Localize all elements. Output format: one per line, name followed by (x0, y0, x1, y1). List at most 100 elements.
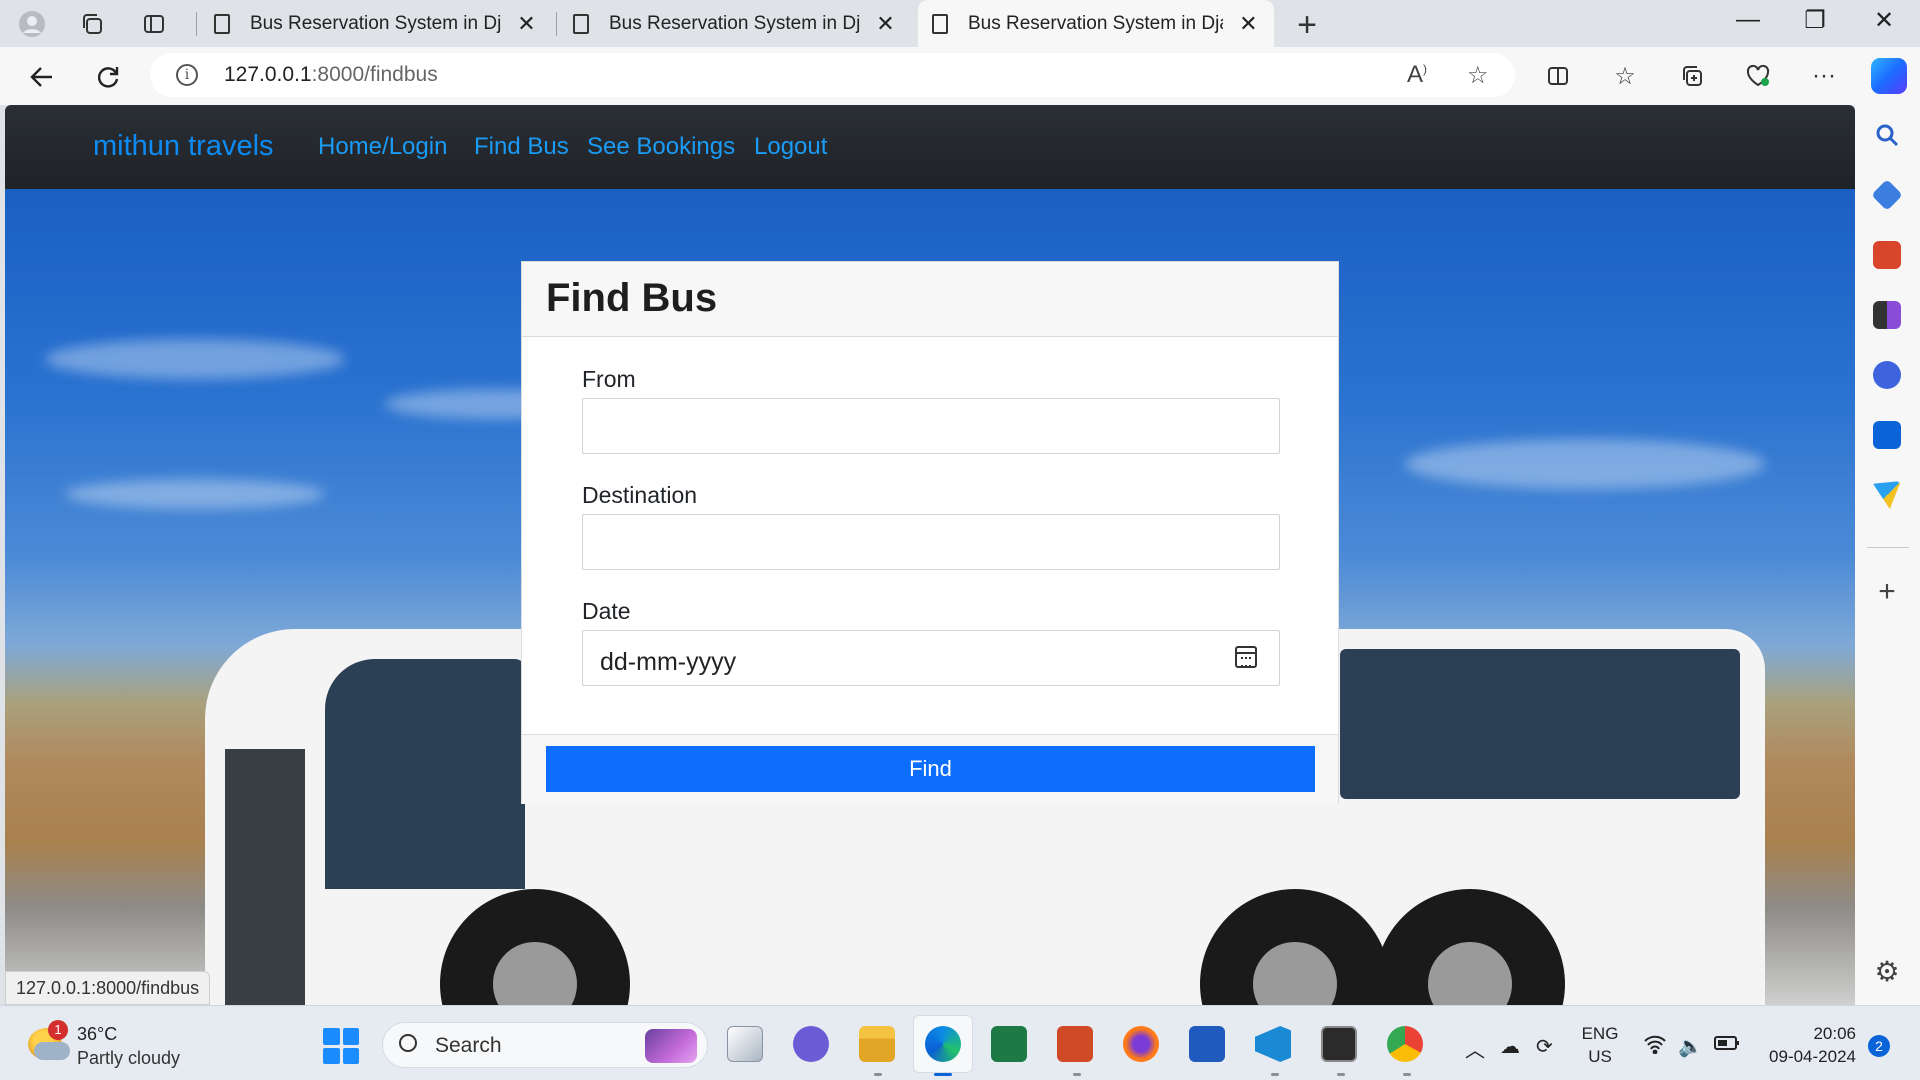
tools-briefcase-icon[interactable] (1873, 241, 1901, 269)
restore-button[interactable]: ❐ (1795, 6, 1835, 35)
powerpoint-icon[interactable] (1057, 1026, 1093, 1062)
running-indicator-active (934, 1073, 952, 1076)
new-tab-button[interactable]: + (1290, 6, 1324, 45)
show-hidden-icons-chevron-icon[interactable]: ︿ (1465, 1034, 1485, 1063)
page-icon (932, 13, 948, 34)
page-icon (573, 13, 589, 34)
find-bus-card: Find Bus From Destination Date dd-mm-yyy… (521, 261, 1339, 804)
close-window-button[interactable]: ✕ (1864, 6, 1904, 35)
bus-side-windows (1340, 649, 1740, 799)
wifi-icon[interactable] (1643, 1034, 1667, 1060)
nav-home-login-link[interactable]: Home/Login (318, 133, 447, 161)
language-top[interactable]: ENG (1580, 1024, 1620, 1044)
site-navbar: mithun travels Home/Login Find Bus See B… (5, 105, 1855, 189)
from-input[interactable] (582, 398, 1280, 454)
find-button[interactable]: Find (546, 746, 1315, 792)
profile-icon[interactable] (16, 8, 48, 40)
running-indicator (1337, 1073, 1345, 1076)
firefox-icon[interactable] (1123, 1026, 1159, 1062)
cloud (45, 339, 345, 379)
windows-start-icon[interactable] (323, 1028, 359, 1064)
clock-date: 09-04-2024 (1769, 1047, 1856, 1066)
word-icon[interactable] (1189, 1026, 1225, 1062)
sidebar-settings-gear-icon[interactable]: ⚙ (1873, 955, 1901, 988)
meet-chat-icon[interactable] (793, 1026, 829, 1062)
weather-temperature: 36°C (77, 1024, 118, 1044)
microsoft-365-icon[interactable] (1873, 361, 1901, 389)
page-viewport: mithun travels Home/Login Find Bus See B… (5, 105, 1855, 1005)
system-clock[interactable]: 20:06 09-04-2024 (1769, 1022, 1856, 1068)
windows-taskbar: 1 36°C Partly cloudy Search ︿ ☁ ⟳ ENG US… (0, 1005, 1920, 1080)
url-host: 127.0.0.1 (224, 63, 312, 86)
onedrive-cloud-icon[interactable]: ☁ (1500, 1034, 1520, 1059)
refresh-button[interactable] (90, 59, 126, 95)
weather-cloud-icon (34, 1042, 70, 1060)
search-icon (399, 1034, 417, 1052)
running-indicator (1073, 1073, 1081, 1076)
close-tab-icon[interactable]: ✕ (1237, 11, 1260, 37)
tab-title: Bus Reservation System in Django (968, 12, 1223, 34)
read-aloud-icon[interactable]: A) (1407, 61, 1427, 89)
browser-essentials-icon[interactable] (1741, 59, 1775, 93)
edge-browser-icon[interactable] (925, 1026, 961, 1062)
close-tab-icon[interactable]: ✕ (874, 11, 897, 37)
terminal-icon[interactable] (1321, 1026, 1357, 1062)
collections-icon[interactable] (1675, 59, 1709, 93)
clock-time: 20:06 (1813, 1024, 1856, 1043)
sync-icon[interactable]: ⟳ (1536, 1034, 1553, 1059)
destination-input[interactable] (582, 514, 1280, 570)
minimize-button[interactable]: — (1728, 6, 1768, 34)
shopping-tag-icon[interactable] (1871, 179, 1903, 211)
calendar-icon[interactable] (1235, 646, 1257, 668)
workspaces-icon[interactable] (76, 8, 108, 40)
back-button[interactable] (24, 59, 60, 95)
site-info-icon[interactable]: i (176, 64, 198, 86)
task-view-icon[interactable] (727, 1026, 763, 1062)
favorite-star-icon[interactable]: ☆ (1467, 61, 1489, 90)
copilot-icon[interactable] (1871, 58, 1907, 94)
edge-sidebar: + ⚙ (1855, 105, 1920, 1005)
volume-icon[interactable]: 🔈 (1678, 1034, 1703, 1059)
games-icon[interactable] (1873, 301, 1901, 329)
bus-front-window (325, 659, 525, 889)
notification-count-badge[interactable]: 2 (1868, 1035, 1890, 1057)
browser-tab-1[interactable]: Bus Reservation System in Django ✕ (200, 0, 552, 47)
nav-logout-link[interactable]: Logout (754, 133, 827, 161)
url-text[interactable]: 127.0.0.1:8000/findbus (224, 63, 438, 87)
vscode-icon[interactable] (1255, 1026, 1291, 1062)
nav-find-bus-link[interactable]: Find Bus (474, 133, 569, 161)
battery-icon[interactable] (1714, 1034, 1740, 1057)
add-sidebar-app-icon[interactable]: + (1873, 575, 1901, 609)
close-tab-icon[interactable]: ✕ (515, 11, 538, 37)
card-title: Find Bus (546, 276, 718, 320)
chrome-icon[interactable] (1387, 1026, 1423, 1062)
language-bottom[interactable]: US (1580, 1047, 1620, 1067)
more-options-icon[interactable]: ··· (1807, 59, 1841, 93)
excel-icon[interactable] (991, 1026, 1027, 1062)
sidebar-divider (1867, 547, 1909, 548)
weather-badge: 1 (48, 1020, 68, 1040)
taskbar-search-box[interactable]: Search (382, 1022, 708, 1068)
date-placeholder: dd-mm-yyyy (600, 648, 737, 676)
split-screen-icon[interactable] (1541, 59, 1575, 93)
search-highlight-image (645, 1029, 697, 1063)
link-status-tooltip: 127.0.0.1:8000/findbus (5, 971, 211, 1005)
favorites-icon[interactable]: ☆ (1608, 59, 1642, 93)
address-bar[interactable]: i 127.0.0.1:8000/findbus A) ☆ (150, 53, 1515, 97)
tab-title: Bus Reservation System in Django (250, 12, 501, 34)
browser-tab-2[interactable]: Bus Reservation System in Django ✕ (559, 0, 911, 47)
file-explorer-icon[interactable] (859, 1026, 895, 1062)
card-header: Find Bus (522, 262, 1338, 337)
taskbar-search-label: Search (435, 1034, 502, 1057)
browser-tab-3-active[interactable]: Bus Reservation System in Django ✕ (918, 0, 1274, 47)
cloud (1405, 439, 1765, 489)
running-indicator (1403, 1073, 1411, 1076)
page-icon (214, 13, 230, 34)
tab-actions-icon[interactable] (138, 8, 170, 40)
drop-send-icon[interactable] (1873, 481, 1901, 509)
outlook-icon[interactable] (1873, 421, 1901, 449)
date-label: Date (582, 598, 631, 624)
brand-link[interactable]: mithun travels (93, 130, 274, 163)
search-icon[interactable] (1873, 121, 1901, 149)
nav-see-bookings-link[interactable]: See Bookings (587, 133, 735, 161)
